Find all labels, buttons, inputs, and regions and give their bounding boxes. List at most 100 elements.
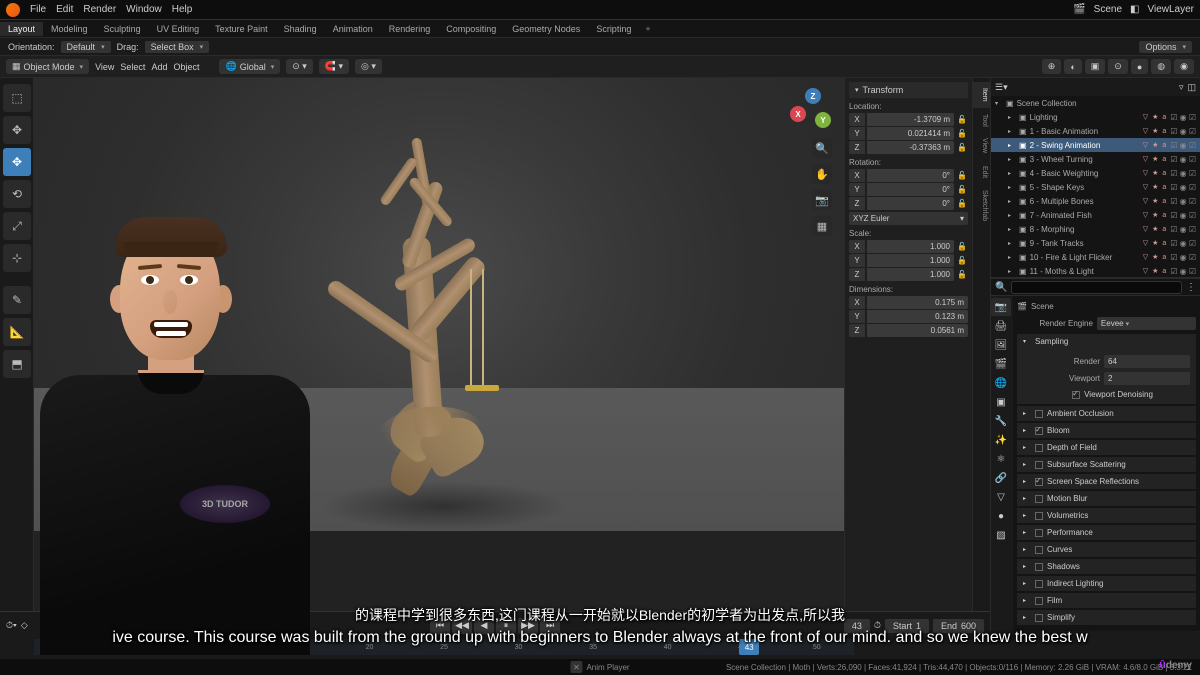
tab-rendering[interactable]: Rendering [381,22,439,36]
transform-panel-header[interactable]: Transform [849,82,968,98]
drag-dropdown[interactable]: Select Box [145,41,210,53]
tab-tool[interactable]: Tool [973,108,990,133]
panel-shadows[interactable]: ▸Shadows [1017,559,1196,574]
tab-sculpting[interactable]: Sculpting [96,22,149,36]
panel-simplify[interactable]: ▸Simplify [1017,610,1196,625]
outliner-item[interactable]: ▸▣Lighting▽ ★ a☑ ◉ ☑ [991,110,1200,124]
viewlayer-selector[interactable]: ViewLayer [1147,4,1194,15]
tab-animation[interactable]: Animation [325,22,381,36]
nav-gizmo[interactable]: Z X Y [790,88,834,132]
outliner-item[interactable]: ▸▣6 - Multiple Bones▽ ★ a☑ ◉ ☑ [991,194,1200,208]
tab-shading[interactable]: Shading [276,22,325,36]
scale-x[interactable]: 1.000 [867,240,954,253]
render-engine-dropdown[interactable]: Eevee [1097,317,1196,330]
shading-solid[interactable]: ● [1131,59,1148,74]
shading-wire[interactable]: ⊙ [1108,59,1128,74]
outliner-item[interactable]: ▸▣1 - Basic Animation▽ ★ a☑ ◉ ☑ [991,124,1200,138]
panel-film[interactable]: ▸Film [1017,593,1196,608]
zoom-icon[interactable]: 🔍 [812,138,832,158]
outliner-item[interactable]: ▸▣11 - Moths & Light▽ ★ a☑ ◉ ☑ [991,264,1200,278]
outliner-item[interactable]: ▸▣7 - Animated Fish▽ ★ a☑ ◉ ☑ [991,208,1200,222]
outliner-mode-icon[interactable]: ☰▾ [995,82,1008,93]
xray-toggle[interactable]: ▣ [1085,59,1106,74]
proptab-physics[interactable]: ⚛ [991,450,1011,468]
panel-curves[interactable]: ▸Curves [1017,542,1196,557]
location-z[interactable]: -0.37363 m [867,141,954,154]
menu-edit[interactable]: Edit [56,4,73,15]
menu-help[interactable]: Help [172,4,193,15]
menu-add[interactable]: Add [151,62,167,72]
tab-texture[interactable]: Texture Paint [207,22,276,36]
proptab-output[interactable]: 🖨 [991,317,1011,335]
dim-x[interactable]: 0.175 m [867,296,968,309]
menu-window[interactable]: Window [126,4,162,15]
outliner-item[interactable]: ▸▣8 - Morphing▽ ★ a☑ ◉ ☑ [991,222,1200,236]
outliner-item[interactable]: ▸▣5 - Shape Keys▽ ★ a☑ ◉ ☑ [991,180,1200,194]
proptab-modifier[interactable]: 🔧 [991,412,1011,430]
menu-select[interactable]: Select [120,62,145,72]
outliner-root[interactable]: ▾▣Scene Collection [991,96,1200,110]
tab-edit[interactable]: Edit [973,160,990,184]
location-x[interactable]: -1.3709 m [867,113,954,126]
proptab-object[interactable]: ▣ [991,393,1011,411]
panel-bloom[interactable]: ▸Bloom [1017,423,1196,438]
rotation-y[interactable]: 0° [867,183,954,196]
proptab-render[interactable]: 📷 [991,298,1011,316]
panel-motion blur[interactable]: ▸Motion Blur [1017,491,1196,506]
options-dropdown[interactable]: Options [1139,41,1192,53]
overlay-toggle[interactable]: ◐ [1064,59,1081,74]
snap-button[interactable]: 🧲 ▾ [319,59,349,74]
menu-render[interactable]: Render [83,4,116,15]
rotation-x[interactable]: 0° [867,169,954,182]
proptab-material[interactable]: ● [991,507,1011,525]
panel-indirect lighting[interactable]: ▸Indirect Lighting [1017,576,1196,591]
outliner-item[interactable]: ▸▣9 - Tank Tracks▽ ★ a☑ ◉ ☑ [991,236,1200,250]
dim-z[interactable]: 0.0561 m [867,324,968,337]
scene-selector[interactable]: Scene [1094,4,1122,15]
add-workspace-button[interactable]: + [639,22,656,36]
outliner-item[interactable]: ▸▣10 - Fire & Light Flicker▽ ★ a☑ ◉ ☑ [991,250,1200,264]
options-icon[interactable]: ⋮ [1186,282,1196,293]
tab-layout[interactable]: Layout [0,22,43,36]
pan-icon[interactable]: ✋ [812,164,832,184]
tab-item[interactable]: Item [973,82,990,108]
filter-icon[interactable]: ▿ [1179,82,1184,93]
stop-anim-icon[interactable]: ✕ [570,661,582,673]
mode-dropdown[interactable]: ▦ Object Mode [6,59,89,74]
outliner-item[interactable]: ▸▣4 - Basic Weighting▽ ★ a☑ ◉ ☑ [991,166,1200,180]
proptab-particle[interactable]: ✨ [991,431,1011,449]
panel-ambient occlusion[interactable]: ▸Ambient Occlusion [1017,406,1196,421]
search-input[interactable] [1011,281,1182,294]
tool-move[interactable]: ✥ [3,148,31,176]
proptab-world[interactable]: 🌐 [991,374,1011,392]
axis-y-icon[interactable]: Y [815,112,831,128]
panel-performance[interactable]: ▸Performance [1017,525,1196,540]
proportional-button[interactable]: ◎ ▾ [355,59,382,74]
shading-matprev[interactable]: ◍ [1151,59,1171,74]
panel-volumetrics[interactable]: ▸Volumetrics [1017,508,1196,523]
perspective-icon[interactable]: ▦ [812,216,832,236]
shading-rendered[interactable]: ◉ [1174,59,1194,74]
tab-uv[interactable]: UV Editing [149,22,208,36]
axis-x-icon[interactable]: X [790,106,806,122]
scale-z[interactable]: 1.000 [867,268,954,281]
new-collection-icon[interactable]: ◫ [1187,82,1196,93]
tab-view[interactable]: View [973,132,990,159]
sampling-panel-header[interactable]: ▾Sampling [1017,334,1196,349]
proptab-constraint[interactable]: 🔗 [991,469,1011,487]
pivot-button[interactable]: ⊙ ▾ [286,59,313,74]
proptab-viewlayer[interactable]: 🖼 [991,336,1011,354]
orientation-button[interactable]: 🌐 Global [219,59,280,74]
tab-sketchfab[interactable]: Sketchfab [973,184,990,227]
proptab-data[interactable]: ▽ [991,488,1011,506]
tool-select-box[interactable]: ⬚ [3,84,31,112]
tab-modeling[interactable]: Modeling [43,22,96,36]
menu-file[interactable]: File [30,4,46,15]
proptab-scene[interactable]: 🎬 [991,355,1011,373]
breadcrumb-scene[interactable]: Scene [1031,302,1054,311]
axis-z-icon[interactable]: Z [805,88,821,104]
camera-icon[interactable]: 📷 [812,190,832,210]
viewport-denoising-checkbox[interactable] [1072,391,1080,399]
menu-object[interactable]: Object [173,62,199,72]
tool-cursor[interactable]: ✥ [3,116,31,144]
